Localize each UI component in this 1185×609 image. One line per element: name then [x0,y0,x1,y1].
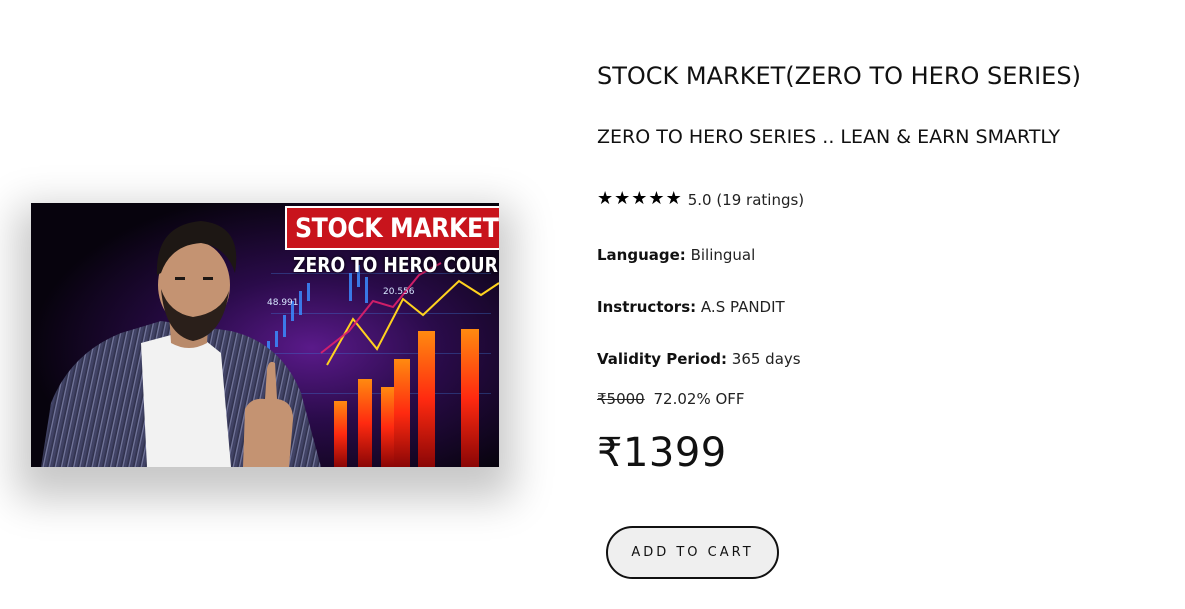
star-icon: ★ [665,187,682,209]
validity-value: 365 days [731,350,801,368]
thumbnail-title: STOCK MARKET [295,212,499,244]
course-page: STOCK MARKET ZERO TO HERO COURSE 48.991 … [0,0,1185,609]
thumbnail-subtitle: ZERO TO HERO COURSE [293,253,499,277]
course-title: STOCK MARKET(ZERO TO HERO SERIES) [597,62,1081,90]
language-value: Bilingual [690,246,756,264]
original-price: ₹5000 [597,390,645,408]
rating-text: 5.0 (19 ratings) [687,191,805,209]
language-row: Language: Bilingual [597,246,755,264]
instructors-label: Instructors: [597,298,697,316]
validity-row: Validity Period: 365 days [597,350,801,368]
star-icon: ★ [631,187,648,209]
course-subtitle: ZERO TO HERO SERIES .. LEAN & EARN SMART… [597,126,1061,148]
validity-label: Validity Period: [597,350,727,368]
star-icon: ★ [597,187,614,209]
current-price: ₹1399 [597,430,727,476]
rating-stars: ★ ★ ★ ★ ★ [597,187,682,209]
instructors-value: A.S PANDIT [700,298,785,316]
thumbnail-chart-number: 20.556 [383,287,415,297]
thumbnail-chart-number: 48.991 [267,298,299,308]
star-icon: ★ [648,187,665,209]
discount-percent: 72.02% OFF [653,390,745,408]
instructors-row: Instructors: A.S PANDIT [597,298,785,316]
add-to-cart-button[interactable]: Add to cart [606,526,779,579]
course-rating: ★ ★ ★ ★ ★ 5.0 (19 ratings) [597,188,804,209]
discount-row: ₹5000 72.02% OFF [597,390,745,408]
course-thumbnail: STOCK MARKET ZERO TO HERO COURSE 48.991 … [31,203,499,467]
star-icon: ★ [614,187,631,209]
language-label: Language: [597,246,686,264]
thumbnail-title-banner: STOCK MARKET [285,206,499,250]
